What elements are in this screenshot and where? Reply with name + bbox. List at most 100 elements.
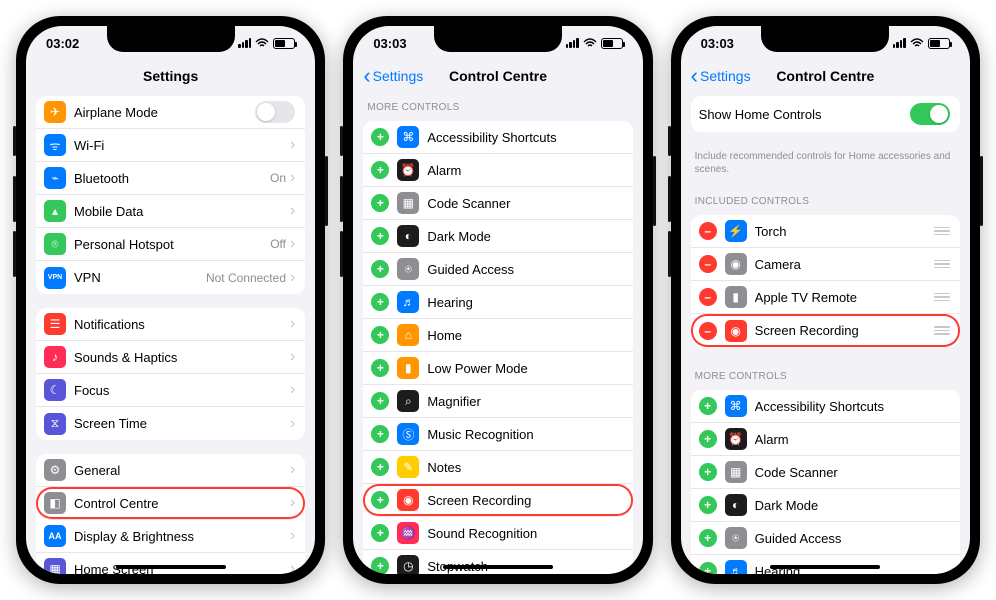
- home-indicator[interactable]: [116, 565, 226, 569]
- settings-row[interactable]: ▦Home Screen›: [36, 553, 305, 574]
- settings-row[interactable]: –▮Apple TV Remote: [691, 281, 960, 314]
- settings-row[interactable]: +♒Sound Recognition: [363, 517, 632, 550]
- settings-row[interactable]: –⚡Torch: [691, 215, 960, 248]
- settings-row[interactable]: ⚙General›: [36, 454, 305, 487]
- home-indicator[interactable]: [770, 565, 880, 569]
- add-button[interactable]: +: [371, 128, 389, 146]
- status-time: 03:03: [701, 36, 734, 51]
- add-button[interactable]: +: [371, 491, 389, 509]
- row-label: Focus: [74, 383, 290, 398]
- chevron-right-icon: ›: [290, 136, 295, 154]
- reorder-grip-icon[interactable]: [934, 326, 950, 335]
- phone-frame-3: 03:03 Settings Control Centre Show Home …: [671, 16, 980, 584]
- section-header: MORE CONTROLS: [681, 361, 970, 386]
- add-button[interactable]: +: [371, 359, 389, 377]
- nav-bar: Settings Control Centre: [353, 60, 642, 92]
- settings-row[interactable]: +⌘Accessibility Shortcuts: [691, 390, 960, 423]
- nav-back-button[interactable]: Settings: [363, 60, 423, 92]
- screen-recording-icon: ◉: [397, 489, 419, 511]
- settings-row[interactable]: VPNVPNNot Connected›: [36, 261, 305, 294]
- add-button[interactable]: +: [699, 529, 717, 547]
- settings-row[interactable]: +▮Low Power Mode: [363, 352, 632, 385]
- settings-row[interactable]: ⧖Screen Time›: [36, 407, 305, 440]
- control-centre-content[interactable]: MORE CONTROLS+⌘Accessibility Shortcuts+⏰…: [353, 92, 642, 574]
- settings-group: ✈Airplane ModeᯤWi-Fi›⌁BluetoothOn›▴Mobil…: [36, 96, 305, 294]
- settings-row[interactable]: +⌕Magnifier: [363, 385, 632, 418]
- remove-button[interactable]: –: [699, 288, 717, 306]
- settings-row[interactable]: +▦Code Scanner: [363, 187, 632, 220]
- settings-row[interactable]: +◷Stopwatch: [363, 550, 632, 574]
- camera-icon: ◉: [725, 253, 747, 275]
- row-label: Camera: [755, 257, 934, 272]
- add-button[interactable]: +: [699, 397, 717, 415]
- settings-row[interactable]: +◐Dark Mode: [691, 489, 960, 522]
- settings-row[interactable]: ⌾Personal HotspotOff›: [36, 228, 305, 261]
- add-button[interactable]: +: [699, 562, 717, 574]
- toggle-switch[interactable]: [910, 103, 950, 125]
- add-button[interactable]: +: [371, 293, 389, 311]
- settings-row[interactable]: +◐Dark Mode: [363, 220, 632, 253]
- control-centre-content[interactable]: Show Home ControlsInclude recommended co…: [681, 92, 970, 574]
- remove-button[interactable]: –: [699, 222, 717, 240]
- settings-row[interactable]: AADisplay & Brightness›: [36, 520, 305, 553]
- settings-row[interactable]: +⍟Guided Access: [363, 253, 632, 286]
- settings-row[interactable]: +⌂Home: [363, 319, 632, 352]
- home-indicator[interactable]: [443, 565, 553, 569]
- chevron-right-icon: ›: [290, 202, 295, 220]
- nav-back-button[interactable]: Settings: [691, 60, 751, 92]
- settings-content[interactable]: ✈Airplane ModeᯤWi-Fi›⌁BluetoothOn›▴Mobil…: [26, 92, 315, 574]
- settings-row[interactable]: ▴Mobile Data›: [36, 195, 305, 228]
- add-button[interactable]: +: [371, 524, 389, 542]
- nav-bar: Settings Control Centre: [681, 60, 970, 92]
- add-button[interactable]: +: [371, 458, 389, 476]
- row-label: Magnifier: [427, 394, 622, 409]
- add-button[interactable]: +: [371, 194, 389, 212]
- phone-frame-2: 03:03 Settings Control Centre MORE CONTR…: [343, 16, 652, 584]
- settings-row[interactable]: –◉Screen Recording: [691, 314, 960, 347]
- add-button[interactable]: +: [371, 392, 389, 410]
- settings-row[interactable]: ✈Airplane Mode: [36, 96, 305, 129]
- settings-row[interactable]: –◉ Camera: [691, 248, 960, 281]
- settings-row[interactable]: +◉Screen Recording: [363, 484, 632, 517]
- add-button[interactable]: +: [371, 326, 389, 344]
- settings-row[interactable]: ᯤWi-Fi›: [36, 129, 305, 162]
- settings-row[interactable]: ◧Control Centre›: [36, 487, 305, 520]
- show-home-controls-row[interactable]: Show Home Controls: [691, 96, 960, 132]
- add-button[interactable]: +: [699, 463, 717, 481]
- remove-button[interactable]: –: [699, 255, 717, 273]
- add-button[interactable]: +: [699, 496, 717, 514]
- reorder-grip-icon[interactable]: [934, 260, 950, 269]
- row-label: General: [74, 463, 290, 478]
- settings-row[interactable]: +⌘Accessibility Shortcuts: [363, 121, 632, 154]
- add-button[interactable]: +: [371, 260, 389, 278]
- wifi-icon: ᯤ: [44, 134, 66, 156]
- settings-row[interactable]: ☾Focus›: [36, 374, 305, 407]
- add-button[interactable]: +: [371, 227, 389, 245]
- chevron-right-icon: ›: [290, 269, 295, 287]
- add-button[interactable]: +: [371, 161, 389, 179]
- remove-button[interactable]: –: [699, 322, 717, 340]
- row-label: Low Power Mode: [427, 361, 622, 376]
- settings-row[interactable]: +▦Code Scanner: [691, 456, 960, 489]
- guided-access-icon: ⍟: [397, 258, 419, 280]
- settings-row[interactable]: +♬Hearing: [363, 286, 632, 319]
- settings-row[interactable]: +⏰Alarm: [691, 423, 960, 456]
- add-button[interactable]: +: [699, 430, 717, 448]
- settings-row[interactable]: +✎Notes: [363, 451, 632, 484]
- settings-row[interactable]: +ⓈMusic Recognition: [363, 418, 632, 451]
- sound-recognition-icon: ♒: [397, 522, 419, 544]
- add-button[interactable]: +: [371, 557, 389, 574]
- settings-row[interactable]: ⌁BluetoothOn›: [36, 162, 305, 195]
- settings-row[interactable]: ☰Notifications›: [36, 308, 305, 341]
- row-value: Off: [270, 237, 286, 251]
- settings-row[interactable]: +⍟Guided Access: [691, 522, 960, 555]
- add-button[interactable]: +: [371, 425, 389, 443]
- row-label: Airplane Mode: [74, 105, 255, 120]
- chevron-right-icon: ›: [290, 348, 295, 366]
- settings-row[interactable]: ♪Sounds & Haptics›: [36, 341, 305, 374]
- toggle-switch[interactable]: [255, 101, 295, 123]
- chevron-right-icon: ›: [290, 415, 295, 433]
- settings-row[interactable]: +⏰Alarm: [363, 154, 632, 187]
- reorder-grip-icon[interactable]: [934, 293, 950, 302]
- reorder-grip-icon[interactable]: [934, 227, 950, 236]
